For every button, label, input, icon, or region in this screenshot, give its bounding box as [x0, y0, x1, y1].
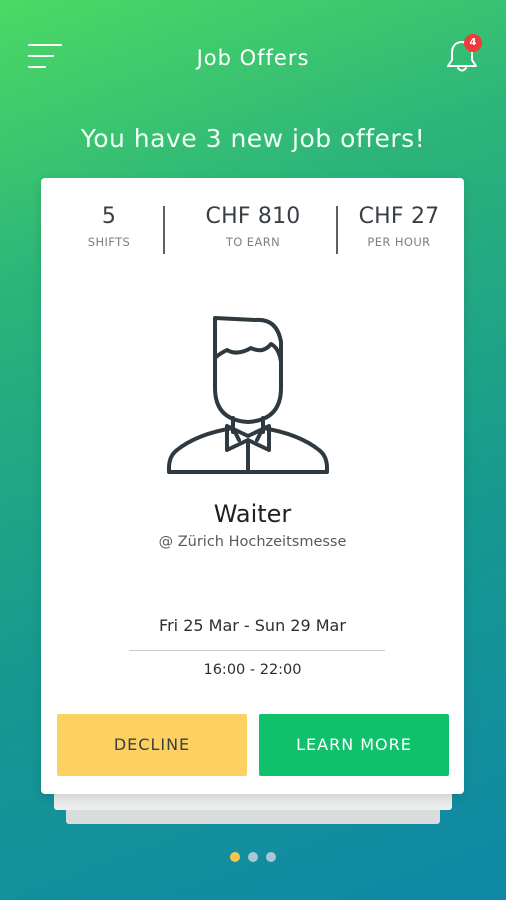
top-bar: Job Offers 4 — [0, 0, 506, 120]
divider — [336, 206, 338, 254]
stat-value: 5 — [101, 204, 117, 229]
offers-headline: You have 3 new job offers! — [80, 124, 426, 153]
waiter-avatar-icon — [167, 316, 329, 474]
offer-stats: 5 SHIFTS CHF 810 TO EARN CHF 27 PER HOUR — [41, 204, 464, 260]
job-offer-card[interactable]: 5 SHIFTS CHF 810 TO EARN CHF 27 PER HOUR — [41, 178, 464, 794]
job-dates: Fri 25 Mar - Sun 29 Mar — [159, 616, 346, 635]
stat-value: CHF 810 — [205, 204, 301, 229]
decline-button[interactable]: DECLINE — [57, 714, 247, 776]
stat-label: SHIFTS — [87, 235, 131, 249]
job-title: Waiter — [213, 500, 292, 528]
job-time: 16:00 - 22:00 — [203, 662, 302, 678]
notification-badge: 4 — [464, 34, 482, 52]
page-title: Job Offers — [196, 46, 310, 70]
divider — [163, 206, 165, 254]
learn-more-button[interactable]: LEARN MORE — [259, 714, 449, 776]
stat-to-earn: CHF 810 TO EARN — [167, 204, 339, 260]
stat-per-hour: CHF 27 PER HOUR — [339, 204, 459, 260]
stat-shifts: 5 SHIFTS — [65, 204, 153, 260]
stat-label: PER HOUR — [367, 235, 431, 249]
stat-value: CHF 27 — [358, 204, 440, 229]
pagination-dot[interactable] — [248, 852, 258, 862]
notifications-button[interactable]: 4 — [444, 34, 484, 74]
job-venue: @ Zürich Hochzeitsmesse — [158, 534, 347, 550]
pagination-dot[interactable] — [230, 852, 240, 862]
pagination-dot[interactable] — [266, 852, 276, 862]
divider — [129, 650, 385, 651]
stat-label: TO EARN — [225, 235, 281, 249]
pagination-dots — [0, 847, 506, 862]
